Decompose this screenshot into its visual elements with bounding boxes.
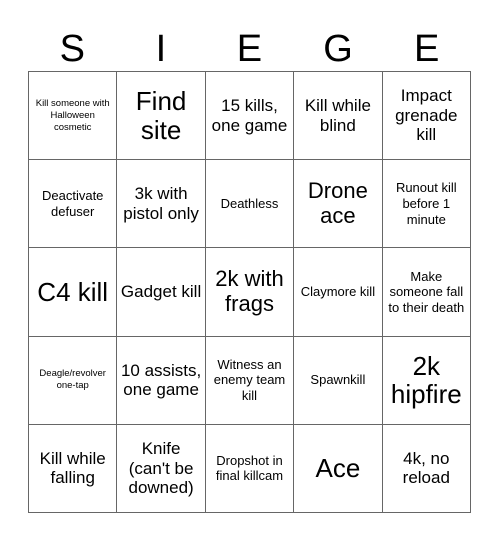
bingo-cell[interactable]: Spawnkill bbox=[294, 336, 383, 425]
bingo-cell[interactable]: Gadget kill bbox=[117, 248, 206, 337]
bingo-cell[interactable]: Make someone fall to their death bbox=[382, 248, 471, 337]
bingo-cell-label: Knife (can't be downed) bbox=[128, 439, 194, 498]
bingo-cell-label: 2k hipfire bbox=[390, 350, 462, 410]
bingo-cell[interactable]: 4k, no reload bbox=[382, 424, 471, 513]
bingo-cell[interactable]: Knife (can't be downed) bbox=[117, 424, 206, 513]
bingo-cell-label: Deagle/revolver one-tap bbox=[39, 368, 106, 392]
header-letter-4: G bbox=[323, 28, 353, 70]
bingo-cell-label: C4 kill bbox=[37, 276, 109, 307]
bingo-cell[interactable]: Runout kill before 1 minute bbox=[382, 160, 471, 249]
bingo-cell[interactable]: Ace bbox=[294, 424, 383, 513]
header-letter-5: E bbox=[413, 28, 440, 70]
bingo-cell-label: Deactivate defuser bbox=[41, 188, 104, 219]
bingo-cell-label: Deathless bbox=[220, 195, 279, 211]
bingo-cell[interactable]: Deagle/revolver one-tap bbox=[29, 336, 118, 425]
bingo-cell-label: Claymore kill bbox=[300, 284, 376, 300]
bingo-cell[interactable]: Kill while falling bbox=[29, 424, 118, 513]
header-letter-2: I bbox=[155, 28, 167, 70]
bingo-cell-label: Kill while blind bbox=[304, 96, 371, 135]
bingo-cell[interactable]: Drone ace bbox=[294, 160, 383, 249]
bingo-cell[interactable]: Deathless bbox=[205, 160, 295, 249]
bingo-cell[interactable]: Deactivate defuser bbox=[29, 160, 118, 249]
bingo-cell[interactable]: Claymore kill bbox=[294, 248, 383, 337]
bingo-cell[interactable]: Find site bbox=[117, 72, 206, 161]
bingo-cell[interactable]: Kill someone with Halloween cosmetic bbox=[29, 72, 118, 161]
bingo-cell-label: Dropshot in final killcam bbox=[215, 452, 284, 484]
bingo-header: S I E G E bbox=[28, 20, 471, 68]
bingo-cell-label: Make someone fall to their death bbox=[388, 268, 465, 315]
bingo-cell-label: Drone ace bbox=[307, 178, 368, 228]
bingo-cell[interactable]: 15 kills, one game bbox=[205, 72, 295, 161]
bingo-cell-label: 4k, no reload bbox=[402, 448, 450, 488]
bingo-cell-label: Ace bbox=[315, 453, 361, 484]
bingo-grid: Kill someone with Halloween cosmetic Find… bbox=[28, 71, 471, 513]
bingo-cell[interactable]: Impact grenade kill bbox=[382, 72, 471, 161]
bingo-cell[interactable]: 10 assists, one game bbox=[117, 336, 206, 425]
bingo-cell[interactable]: 2k hipfire bbox=[382, 336, 471, 425]
bingo-cell-label: 10 assists, one game bbox=[120, 360, 202, 400]
bingo-cell[interactable]: C4 kill bbox=[29, 248, 118, 337]
bingo-cell-label: Kill while falling bbox=[39, 448, 106, 488]
bingo-cell[interactable]: Dropshot in final killcam bbox=[205, 424, 295, 513]
bingo-cell-label: 15 kills, one game bbox=[211, 96, 288, 135]
bingo-cell-label: Gadget kill bbox=[120, 282, 202, 302]
bingo-cell-label: 2k with frags bbox=[215, 266, 284, 316]
bingo-card: S I E G E Kill someone with Halloween co… bbox=[0, 0, 500, 544]
bingo-cell[interactable]: 3k with pistol only bbox=[117, 160, 206, 249]
bingo-cell-label: Spawnkill bbox=[310, 372, 366, 388]
bingo-cell-label: Runout kill before 1 minute bbox=[395, 180, 457, 227]
bingo-cell-label: 3k with pistol only bbox=[123, 184, 199, 223]
header-letter-1: S bbox=[59, 28, 85, 70]
bingo-cell[interactable]: 2k with frags bbox=[205, 248, 295, 337]
bingo-cell-label: Find site bbox=[135, 86, 187, 145]
bingo-cell-label: Impact grenade kill bbox=[395, 86, 458, 145]
bingo-cell[interactable]: Witness an enemy team kill bbox=[205, 336, 295, 425]
bingo-cell[interactable]: Kill while blind bbox=[294, 72, 383, 161]
bingo-cell-label: Kill someone with Halloween cosmetic bbox=[35, 97, 110, 133]
bingo-cell-label: Witness an enemy team kill bbox=[213, 356, 286, 403]
header-letter-3: E bbox=[236, 28, 263, 70]
